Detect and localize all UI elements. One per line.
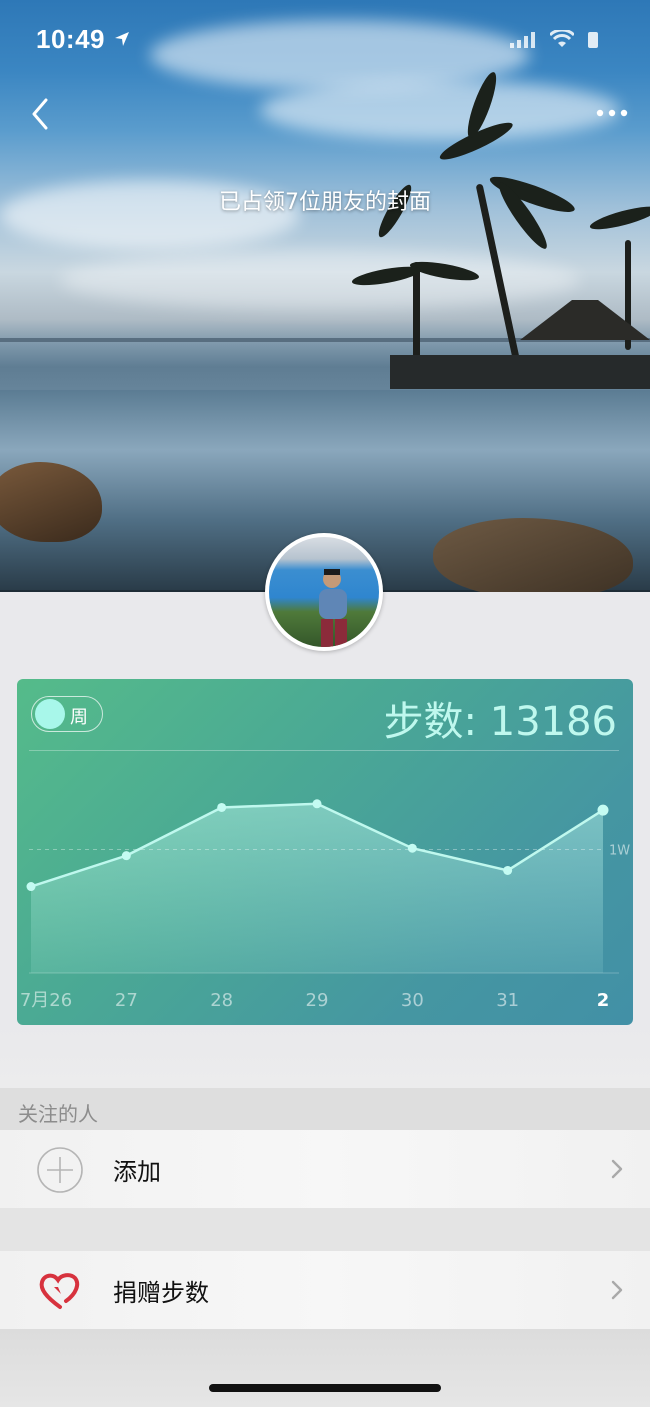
chart-x-label: 7月26 bbox=[20, 990, 72, 1011]
donate-steps-row[interactable]: 捐赠步数 bbox=[0, 1251, 650, 1329]
spacer bbox=[0, 1025, 650, 1088]
signal-icon bbox=[510, 32, 535, 48]
chart-x-label: 30 bbox=[401, 990, 424, 1011]
add-follow-row[interactable]: 添加 bbox=[0, 1130, 650, 1208]
location-arrow-icon bbox=[115, 32, 129, 46]
more-dots-icon[interactable] bbox=[592, 98, 632, 128]
cloud bbox=[260, 80, 620, 140]
section-title: 关注的人 bbox=[18, 1102, 98, 1126]
chart-point bbox=[597, 804, 609, 816]
battery-icon bbox=[588, 32, 598, 48]
chart-area bbox=[31, 803, 603, 973]
chevron-right-icon bbox=[611, 1159, 623, 1179]
wifi-icon bbox=[550, 30, 574, 47]
section-header-follow: 关注的人 bbox=[0, 1088, 650, 1130]
chart-x-label: 28 bbox=[210, 990, 233, 1011]
avatar-photo bbox=[269, 537, 379, 647]
chart-x-label: 27 bbox=[115, 990, 138, 1011]
donate-label: 捐赠步数 bbox=[113, 1279, 209, 1307]
plus-circle-icon bbox=[37, 1147, 83, 1193]
chart-point bbox=[503, 865, 513, 875]
heart-icon bbox=[39, 1273, 80, 1309]
chevron-left-icon[interactable] bbox=[26, 96, 56, 132]
resort-deck bbox=[390, 355, 650, 389]
chart-point bbox=[121, 851, 131, 861]
avatar-person bbox=[319, 569, 347, 647]
chart-x-label: 2 bbox=[597, 990, 610, 1011]
home-indicator[interactable] bbox=[209, 1384, 441, 1392]
cover-caption: 已占领7位朋友的封面 bbox=[219, 190, 431, 215]
bottom-area bbox=[0, 1329, 650, 1407]
status-bar: 10:49 bbox=[0, 0, 650, 80]
chart-x-label: 29 bbox=[306, 990, 329, 1011]
status-indicators bbox=[510, 30, 598, 48]
chart-point bbox=[312, 799, 322, 809]
chart-point bbox=[26, 882, 36, 892]
spacer bbox=[0, 1208, 650, 1251]
steps-chart-card: 周 步数: 13186 1W 7月26 27 28 29 30 31 2 bbox=[17, 679, 633, 1025]
chart-x-label: 31 bbox=[496, 990, 519, 1011]
chart-point bbox=[407, 843, 417, 853]
cover-image[interactable] bbox=[0, 0, 650, 592]
steps-line-chart: 1W 7月26 27 28 29 30 31 2 bbox=[20, 799, 630, 1011]
status-time: 10:49 bbox=[36, 24, 105, 54]
chart-point bbox=[217, 802, 227, 812]
chevron-right-icon bbox=[611, 1280, 623, 1300]
chart-reference-label: 1W bbox=[609, 843, 630, 858]
avatar[interactable] bbox=[265, 533, 383, 651]
add-label: 添加 bbox=[113, 1158, 161, 1186]
